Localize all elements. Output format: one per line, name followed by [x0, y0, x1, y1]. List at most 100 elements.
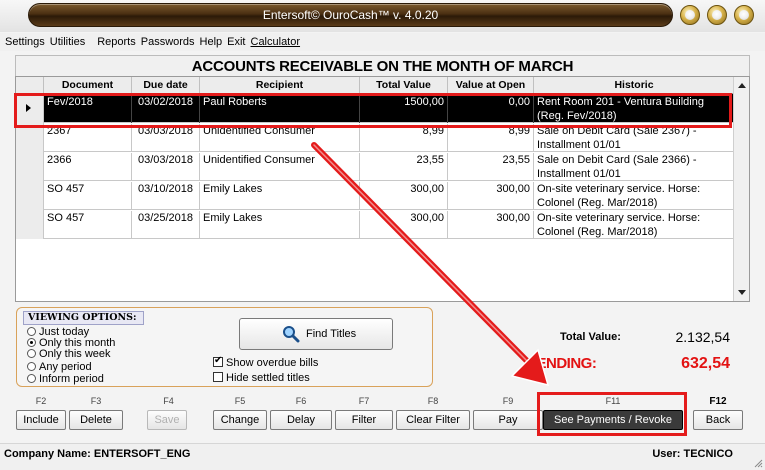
cell-historic: On-site veterinary service. Horse: Colon…: [534, 182, 734, 210]
col-historic[interactable]: Historic: [534, 77, 734, 94]
cell-document: SO 457: [44, 211, 132, 239]
fkey-f11: F11 See Payments / Revoke: [543, 396, 683, 432]
close-button[interactable]: [734, 5, 754, 25]
filter-button[interactable]: Filter: [335, 410, 393, 430]
menu-help[interactable]: Help: [200, 36, 223, 48]
total-value: 2.132,54: [675, 329, 731, 345]
radio-icon: [27, 374, 36, 383]
cell-value-at-open: 0,00: [448, 95, 534, 123]
fkey-f8: F8 Clear Filter: [396, 396, 470, 432]
cell-total-value: 23,55: [360, 153, 448, 181]
delete-button[interactable]: Delete: [69, 410, 123, 430]
function-key-bar: F2 Include F3 Delete F4 Save F5 Change F…: [16, 396, 752, 432]
show-overdue-checkbox[interactable]: Show overdue bills: [213, 355, 319, 369]
table-row[interactable]: Fev/2018 03/02/2018 Paul Roberts 1500,00…: [16, 94, 734, 123]
row-selector[interactable]: [16, 210, 44, 239]
col-recipient[interactable]: Recipient: [200, 77, 360, 94]
delay-button[interactable]: Delay: [270, 410, 332, 430]
row-selector[interactable]: [16, 181, 44, 210]
clear-filter-button[interactable]: Clear Filter: [396, 410, 470, 430]
cell-recipient: Emily Lakes: [200, 211, 360, 239]
historic-line-2: Installment 01/01: [537, 168, 621, 180]
hide-settled-checkbox[interactable]: Hide settled titles: [213, 372, 310, 384]
col-document[interactable]: Document: [44, 77, 132, 94]
find-titles-label: Find Titles: [306, 328, 357, 340]
indicator-header: [16, 77, 44, 94]
radio-icon: [27, 362, 36, 371]
title-pill: Entersoft© OuroCash™ v. 4.0.20: [28, 3, 673, 27]
current-row-arrow-icon: [26, 104, 31, 112]
checkbox-icon: [213, 372, 223, 382]
cell-total-value: 1500,00: [360, 95, 448, 123]
cell-due-date: 03/03/2018: [132, 124, 200, 152]
cell-historic: Rent Room 201 - Ventura Building (Reg. F…: [534, 95, 734, 123]
menu-utilities[interactable]: Utilities: [50, 36, 85, 48]
change-button[interactable]: Change: [213, 410, 267, 430]
row-selector[interactable]: [16, 94, 44, 123]
cell-total-value: 8,99: [360, 124, 448, 152]
menu-exit[interactable]: Exit: [227, 36, 245, 48]
table-row[interactable]: SO 457 03/25/2018 Emily Lakes 300,00 300…: [16, 210, 734, 239]
menu-calculator[interactable]: Calculator: [251, 36, 301, 48]
row-selector[interactable]: [16, 152, 44, 181]
cell-due-date: 03/02/2018: [132, 95, 200, 123]
find-titles-button[interactable]: Find Titles: [239, 318, 393, 350]
menu-reports[interactable]: Reports: [97, 36, 136, 48]
table-row[interactable]: SO 457 03/10/2018 Emily Lakes 300,00 300…: [16, 181, 734, 210]
fkey-f9: F9 Pay: [473, 396, 543, 432]
minimize-button[interactable]: [680, 5, 700, 25]
total-value-label: Total Value:: [560, 331, 621, 343]
historic-line-1: Rent Room 201 - Ventura Building: [537, 96, 704, 108]
include-button[interactable]: Include: [16, 410, 66, 430]
cell-due-date: 03/10/2018: [132, 182, 200, 210]
menu-passwords[interactable]: Passwords: [141, 36, 195, 48]
col-total-value[interactable]: Total Value: [360, 77, 448, 94]
radio-only-this-week[interactable]: Only this week: [27, 349, 111, 360]
search-icon: [283, 326, 300, 343]
col-due-date[interactable]: Due date: [132, 77, 200, 94]
see-payments-revoke-button[interactable]: See Payments / Revoke: [543, 410, 683, 430]
fkey-label: F7: [358, 396, 370, 406]
historic-line-2: Colonel (Reg. Mar/2018): [537, 226, 658, 238]
fkey-f4: F4 Save: [126, 396, 211, 432]
cell-value-at-open: 8,99: [448, 124, 534, 152]
cell-historic: Sale on Debit Card (Sale 2367) - Install…: [534, 124, 734, 152]
fkey-label: F3: [90, 396, 102, 406]
cell-document: 2367: [44, 124, 132, 152]
radio-inform-period[interactable]: Inform period: [27, 374, 104, 385]
checkbox-label: Show overdue bills: [226, 357, 319, 369]
back-button[interactable]: Back: [693, 410, 743, 430]
pending-label: PENDING:: [527, 355, 597, 372]
resize-grip-icon[interactable]: [753, 458, 763, 468]
table-header: Document Due date Recipient Total Value …: [16, 77, 734, 94]
row-selector[interactable]: [16, 123, 44, 152]
fkey-f6: F6 Delay: [270, 396, 332, 432]
table-row[interactable]: 2367 03/03/2018 Unidentified Consumer 8,…: [16, 123, 734, 152]
maximize-button[interactable]: [707, 5, 727, 25]
radio-label: Inform period: [39, 373, 104, 385]
scroll-down-icon[interactable]: [738, 290, 746, 295]
menu-bar: Settings Utilities Reports Passwords Hel…: [0, 33, 765, 51]
col-value-at-open[interactable]: Value at Open: [448, 77, 534, 94]
radio-icon: [27, 327, 36, 336]
table-row[interactable]: 2366 03/03/2018 Unidentified Consumer 23…: [16, 152, 734, 181]
scroll-up-icon[interactable]: [738, 83, 746, 88]
cell-document: 2366: [44, 153, 132, 181]
save-button[interactable]: Save: [147, 410, 187, 430]
radio-label: Only this week: [39, 348, 111, 360]
cell-recipient: Unidentified Consumer: [200, 153, 360, 181]
window-title: Entersoft© OuroCash™ v. 4.0.20: [262, 8, 439, 22]
table-scrollbar[interactable]: [733, 77, 749, 301]
pay-button[interactable]: Pay: [473, 410, 543, 430]
radio-any-period[interactable]: Any period: [27, 362, 92, 373]
radio-icon: [27, 349, 36, 358]
historic-line-1: On-site veterinary service. Horse:: [537, 212, 701, 224]
fkey-f2: F2 Include: [16, 396, 66, 432]
radio-selected-icon: [27, 338, 36, 347]
menu-settings[interactable]: Settings: [5, 36, 45, 48]
historic-line-1: On-site veterinary service. Horse:: [537, 183, 701, 195]
historic-line-1: Sale on Debit Card (Sale 2367) -: [537, 125, 697, 137]
receivables-table[interactable]: Document Due date Recipient Total Value …: [15, 76, 750, 302]
cell-total-value: 300,00: [360, 211, 448, 239]
pending-value: 632,54: [681, 355, 730, 372]
